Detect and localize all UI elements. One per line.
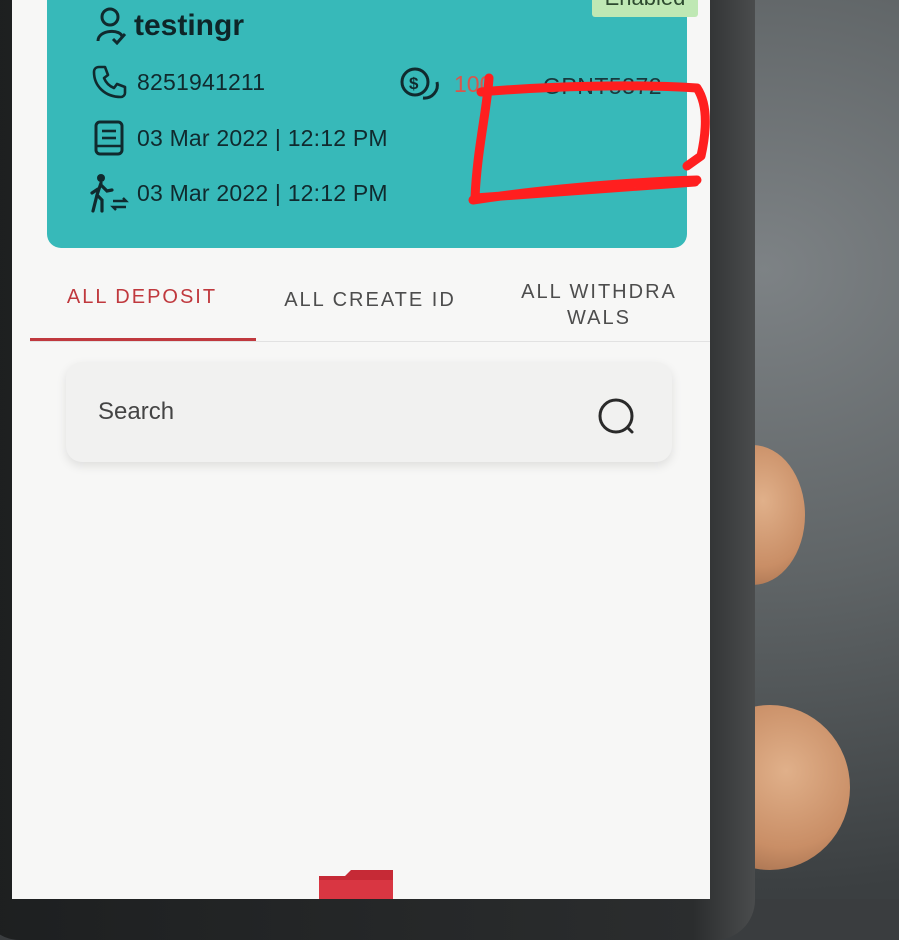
created-date-row: 03 Mar 2022 | 12:12 PM	[89, 118, 388, 158]
tab-label-line: WALS	[567, 307, 631, 329]
document-icon	[89, 118, 129, 158]
username: testingr	[134, 9, 245, 42]
tab-label: ALL CREATE ID	[284, 289, 456, 311]
tab-all-deposit[interactable]: ALL DEPOSIT	[52, 286, 232, 309]
username-row: testingr	[92, 6, 244, 46]
phone-number: 8251941211	[137, 68, 266, 95]
created-date: 03 Mar 2022 | 12:12 PM	[137, 124, 388, 151]
active-tab-indicator	[30, 338, 256, 341]
tab-divider	[30, 341, 710, 342]
search-bar	[66, 362, 672, 462]
search-icon[interactable]	[596, 396, 640, 445]
redaction-scribble	[468, 73, 710, 205]
search-input[interactable]	[96, 392, 580, 432]
profile-card: testingr Enabled 8251941211 $ 100 GPNT53…	[47, 0, 710, 248]
activity-date-row: 03 Mar 2022 | 12:12 PM	[89, 173, 388, 213]
status-badge: Enabled	[592, 0, 698, 17]
tab-all-withdrawals[interactable]: ALL WITHDRA WALS	[500, 279, 698, 331]
phone-row: 8251941211	[89, 62, 265, 102]
app-screen: testingr Enabled 8251941211 $ 100 GPNT53…	[12, 0, 710, 899]
activity-date: 03 Mar 2022 | 12:12 PM	[137, 179, 388, 206]
folder-icon	[317, 870, 397, 899]
user-check-icon	[92, 6, 132, 46]
coin-icon: $	[399, 65, 441, 110]
tab-all-create-id[interactable]: ALL CREATE ID	[262, 289, 478, 312]
tab-label: ALL DEPOSIT	[66, 286, 218, 308]
phone-icon	[89, 62, 129, 102]
tab-label-line: ALL WITHDRA	[521, 281, 677, 303]
walking-transfer-icon	[89, 173, 129, 213]
svg-text:$: $	[409, 74, 419, 93]
